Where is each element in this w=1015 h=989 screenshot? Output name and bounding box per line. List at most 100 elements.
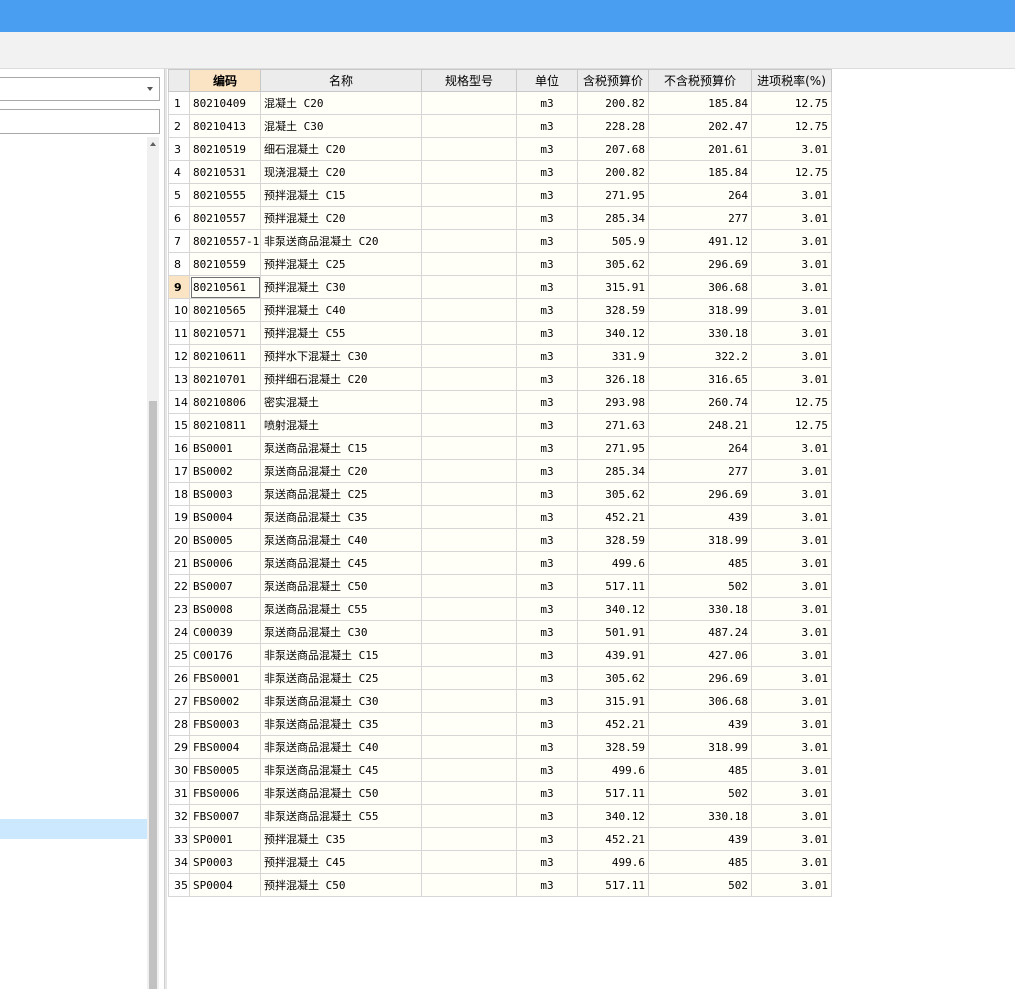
spec-cell[interactable]	[421, 321, 517, 345]
table-row[interactable]: 12 80210611 预拌水下混凝土 C30 m3 331.9 322.2 3.01	[168, 344, 832, 368]
table-row[interactable]: 35 SP0004 预拌混凝土 C50 m3 517.11 502 3.01	[168, 873, 832, 897]
row-number[interactable]: 6	[168, 206, 190, 230]
tax-rate-cell[interactable]: 3.01	[751, 758, 832, 782]
row-number[interactable]: 23	[168, 597, 190, 621]
unit-cell[interactable]: m3	[516, 413, 578, 437]
tax-rate-cell[interactable]: 3.01	[751, 781, 832, 805]
tax-rate-cell[interactable]: 3.01	[751, 505, 832, 529]
column-header-name[interactable]: 名称	[260, 69, 422, 92]
tax-price-cell[interactable]: 439.91	[577, 643, 649, 667]
unit-cell[interactable]: m3	[516, 436, 578, 460]
code-cell[interactable]: FBS0004	[189, 735, 261, 759]
name-cell[interactable]: 细石混凝土 C20	[260, 137, 422, 161]
name-cell[interactable]: 密实混凝土	[260, 390, 422, 414]
table-row[interactable]: 13 80210701 预拌细石混凝土 C20 m3 326.18 316.65 3.01	[168, 367, 832, 391]
tax-rate-cell[interactable]: 3.01	[751, 574, 832, 598]
unit-cell[interactable]: m3	[516, 252, 578, 276]
tax-price-cell[interactable]: 452.21	[577, 827, 649, 851]
spec-cell[interactable]	[421, 183, 517, 207]
tax-rate-cell[interactable]: 3.01	[751, 735, 832, 759]
notax-price-cell[interactable]: 439	[648, 712, 752, 736]
scrollbar-thumb[interactable]	[149, 401, 157, 989]
row-number[interactable]: 34	[168, 850, 190, 874]
notax-price-cell[interactable]: 296.69	[648, 482, 752, 506]
tax-price-cell[interactable]: 452.21	[577, 505, 649, 529]
unit-cell[interactable]: m3	[516, 367, 578, 391]
tree-selected-item[interactable]	[0, 819, 147, 839]
unit-cell[interactable]: m3	[516, 758, 578, 782]
spec-cell[interactable]	[421, 252, 517, 276]
row-number[interactable]: 11	[168, 321, 190, 345]
row-number[interactable]: 4	[168, 160, 190, 184]
name-cell[interactable]: 预拌混凝土 C25	[260, 252, 422, 276]
column-header-spec[interactable]: 规格型号	[421, 69, 517, 92]
code-cell[interactable]: 80210611	[189, 344, 261, 368]
tax-price-cell[interactable]: 200.82	[577, 160, 649, 184]
tax-rate-cell[interactable]: 12.75	[751, 91, 832, 115]
table-row[interactable]: 32 FBS0007 非泵送商品混凝土 C55 m3 340.12 330.18 3.01	[168, 804, 832, 828]
unit-cell[interactable]: m3	[516, 643, 578, 667]
tax-price-cell[interactable]: 285.34	[577, 459, 649, 483]
row-number[interactable]: 27	[168, 689, 190, 713]
tax-rate-cell[interactable]: 3.01	[751, 804, 832, 828]
notax-price-cell[interactable]: 502	[648, 873, 752, 897]
table-row[interactable]: 26 FBS0001 非泵送商品混凝土 C25 m3 305.62 296.69 3.01	[168, 666, 832, 690]
spec-cell[interactable]	[421, 528, 517, 552]
spec-cell[interactable]	[421, 91, 517, 115]
tax-price-cell[interactable]: 328.59	[577, 528, 649, 552]
tax-price-cell[interactable]: 328.59	[577, 298, 649, 322]
name-cell[interactable]: 泵送商品混凝土 C50	[260, 574, 422, 598]
tax-price-cell[interactable]: 517.11	[577, 781, 649, 805]
column-header-tax-price[interactable]: 含税预算价	[577, 69, 649, 92]
name-cell[interactable]: 非泵送商品混凝土 C45	[260, 758, 422, 782]
name-cell[interactable]: 非泵送商品混凝土 C55	[260, 804, 422, 828]
column-header-unit[interactable]: 单位	[516, 69, 578, 92]
unit-cell[interactable]: m3	[516, 505, 578, 529]
tax-rate-cell[interactable]: 3.01	[751, 321, 832, 345]
tax-price-cell[interactable]: 501.91	[577, 620, 649, 644]
spec-cell[interactable]	[421, 206, 517, 230]
code-cell[interactable]: C00039	[189, 620, 261, 644]
row-number[interactable]: 35	[168, 873, 190, 897]
code-cell[interactable]: 80210565	[189, 298, 261, 322]
name-cell[interactable]: 预拌混凝土 C50	[260, 873, 422, 897]
tax-rate-cell[interactable]: 3.01	[751, 367, 832, 391]
tax-rate-cell[interactable]: 12.75	[751, 390, 832, 414]
table-row[interactable]: 6 80210557 预拌混凝土 C20 m3 285.34 277 3.01	[168, 206, 832, 230]
notax-price-cell[interactable]: 248.21	[648, 413, 752, 437]
row-number[interactable]: 7	[168, 229, 190, 253]
unit-cell[interactable]: m3	[516, 206, 578, 230]
name-cell[interactable]: 预拌混凝土 C35	[260, 827, 422, 851]
unit-cell[interactable]: m3	[516, 804, 578, 828]
table-row[interactable]: 20 BS0005 泵送商品混凝土 C40 m3 328.59 318.99 3.01	[168, 528, 832, 552]
unit-cell[interactable]: m3	[516, 827, 578, 851]
spec-cell[interactable]	[421, 413, 517, 437]
tax-rate-cell[interactable]: 3.01	[751, 344, 832, 368]
table-row[interactable]: 4 80210531 现浇混凝土 C20 m3 200.82 185.84 12.75	[168, 160, 832, 184]
unit-cell[interactable]: m3	[516, 482, 578, 506]
code-cell[interactable]: 80210559	[189, 252, 261, 276]
tax-rate-cell[interactable]: 12.75	[751, 114, 832, 138]
tax-price-cell[interactable]: 326.18	[577, 367, 649, 391]
code-cell[interactable]: SP0004	[189, 873, 261, 897]
tax-rate-cell[interactable]: 12.75	[751, 413, 832, 437]
table-row[interactable]: 19 BS0004 泵送商品混凝土 C35 m3 452.21 439 3.01	[168, 505, 832, 529]
tax-price-cell[interactable]: 340.12	[577, 804, 649, 828]
code-cell[interactable]: BS0007	[189, 574, 261, 598]
row-number[interactable]: 28	[168, 712, 190, 736]
tax-price-cell[interactable]: 517.11	[577, 873, 649, 897]
unit-cell[interactable]: m3	[516, 298, 578, 322]
code-cell[interactable]: 80210531	[189, 160, 261, 184]
code-cell[interactable]: 80210806	[189, 390, 261, 414]
row-number[interactable]: 25	[168, 643, 190, 667]
unit-cell[interactable]: m3	[516, 597, 578, 621]
spec-cell[interactable]	[421, 850, 517, 874]
tax-rate-cell[interactable]: 3.01	[751, 666, 832, 690]
spec-cell[interactable]	[421, 574, 517, 598]
spec-cell[interactable]	[421, 873, 517, 897]
notax-price-cell[interactable]: 485	[648, 850, 752, 874]
spec-cell[interactable]	[421, 114, 517, 138]
notax-price-cell[interactable]: 330.18	[648, 321, 752, 345]
tax-rate-cell[interactable]: 3.01	[751, 643, 832, 667]
spec-cell[interactable]	[421, 298, 517, 322]
